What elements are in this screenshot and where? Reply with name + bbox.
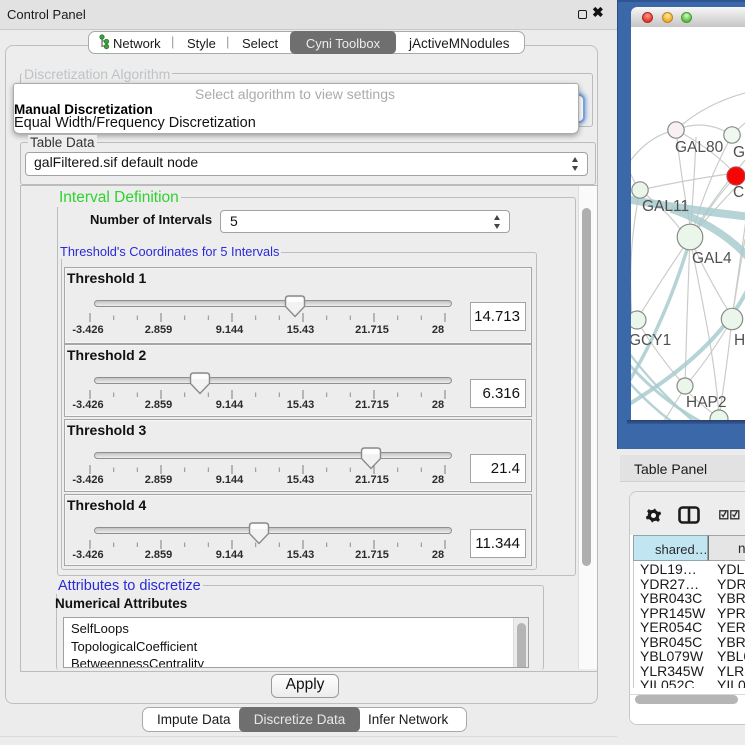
svg-text:GCY1: GCY1 xyxy=(631,332,671,349)
svg-text:C: C xyxy=(733,184,744,201)
svg-text:H: H xyxy=(734,332,745,349)
svg-text:GA: GA xyxy=(733,144,745,161)
svg-text:GAL4: GAL4 xyxy=(692,250,732,267)
svg-text:GAL80: GAL80 xyxy=(675,139,724,156)
svg-text:HAP2: HAP2 xyxy=(686,394,727,411)
svg-text:GAL11: GAL11 xyxy=(642,198,689,215)
